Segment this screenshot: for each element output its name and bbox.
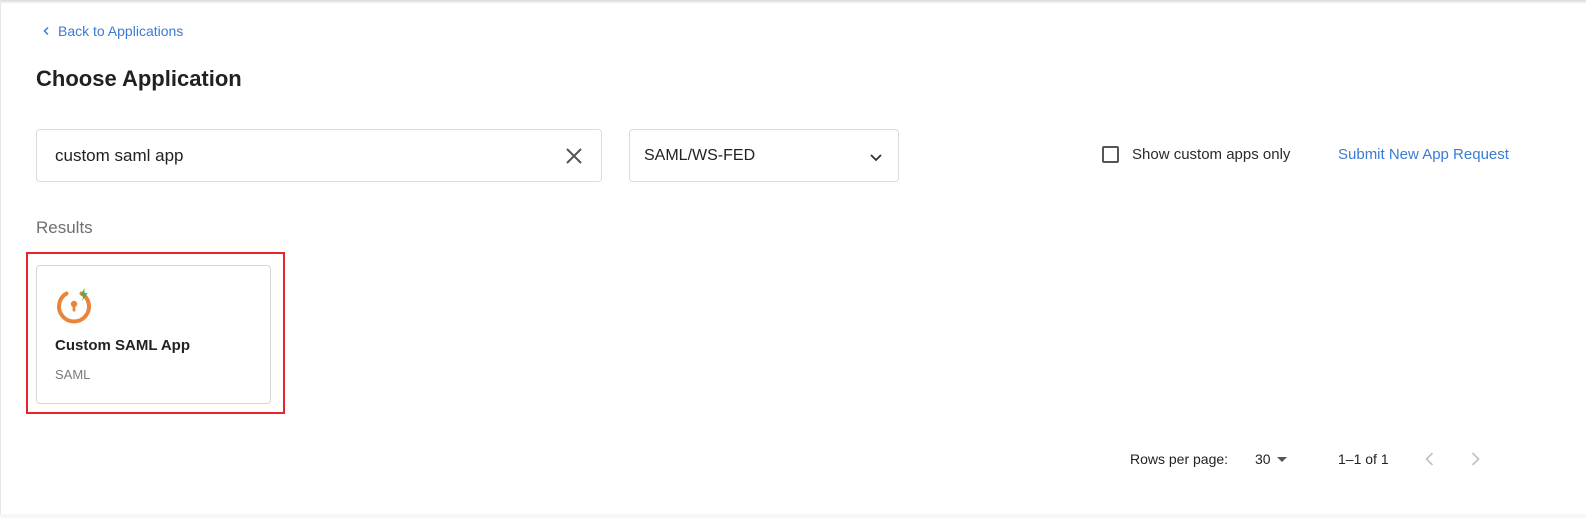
protocol-filter-value: SAML/WS-FED [644, 146, 756, 164]
chevron-left-icon [43, 26, 49, 36]
top-shadow [0, 0, 1586, 4]
rows-per-page-value: 30 [1255, 451, 1271, 467]
submit-new-app-request-link[interactable]: Submit New App Request [1338, 146, 1509, 163]
next-page-icon[interactable] [1465, 449, 1485, 469]
app-type: SAML [55, 367, 91, 382]
page-title: Choose Application [36, 66, 242, 91]
show-custom-apps-toggle[interactable]: Show custom apps only [1102, 146, 1290, 163]
previous-page-icon[interactable] [1420, 449, 1440, 469]
custom-app-logo-icon [57, 288, 91, 324]
search-input[interactable] [55, 145, 535, 166]
protocol-filter-select[interactable]: SAML/WS-FED [629, 129, 899, 182]
pagination-range: 1–1 of 1 [1338, 451, 1389, 467]
back-link-label: Back to Applications [58, 23, 184, 39]
rows-per-page-label: Rows per page: [1130, 451, 1229, 467]
search-field[interactable] [36, 129, 602, 182]
app-card-custom-saml-app[interactable]: Custom SAML App SAML [36, 265, 271, 404]
rows-per-page-select[interactable]: 30 [1255, 448, 1287, 470]
show-custom-apps-label: Show custom apps only [1132, 146, 1291, 163]
back-to-applications-link[interactable]: Back to Applications [40, 21, 183, 41]
app-name: Custom SAML App [55, 337, 190, 354]
show-custom-apps-checkbox[interactable] [1102, 146, 1119, 163]
left-border [0, 0, 1, 518]
bottom-border [0, 514, 1586, 518]
caret-down-icon [1276, 456, 1287, 462]
results-heading: Results [36, 218, 93, 237]
chevron-down-icon [870, 154, 882, 162]
clear-search-icon[interactable] [563, 145, 585, 167]
